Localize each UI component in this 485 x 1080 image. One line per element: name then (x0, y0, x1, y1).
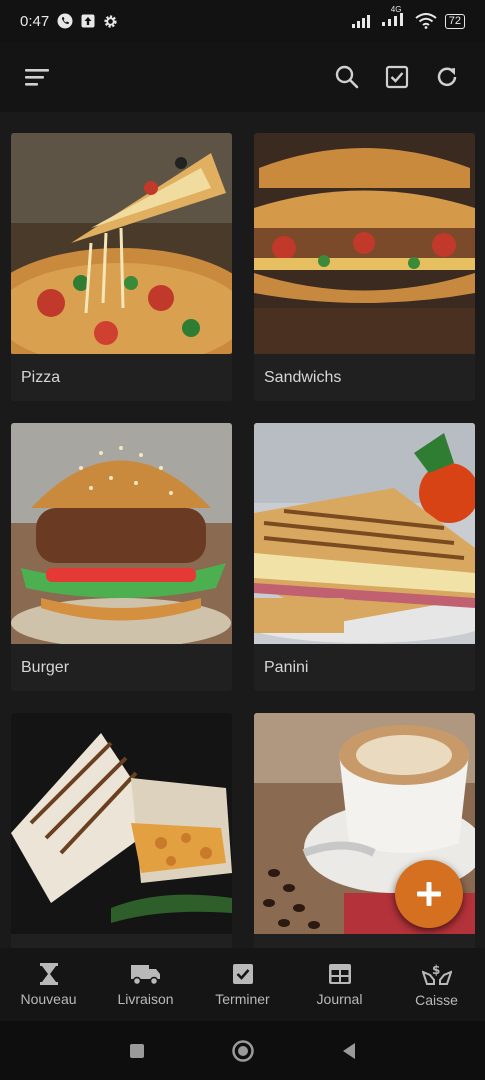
signal-icon (351, 15, 370, 28)
upload-icon (81, 14, 95, 28)
bottom-nav: Nouveau Livraison Terminer Journal $ Cai… (0, 948, 485, 1021)
burger-photo (11, 423, 232, 644)
category-label: Sandwichs (264, 369, 342, 386)
add-fab-button[interactable] (395, 860, 463, 928)
nav-item-journal[interactable]: Journal (291, 948, 388, 1021)
category-label: Burger (21, 659, 70, 676)
pizza-photo (11, 133, 232, 354)
plus-icon (417, 882, 441, 906)
category-card-wrap[interactable] (11, 713, 232, 981)
nav-item-nouveau[interactable]: Nouveau (0, 948, 97, 1021)
battery-indicator: 72 (444, 13, 465, 29)
nav-label: Terminer (215, 990, 270, 1007)
wifi-icon (415, 13, 437, 29)
category-label: Panini (264, 659, 309, 676)
nav-item-livraison[interactable]: Livraison (97, 948, 194, 1021)
checkbox-icon (232, 963, 253, 984)
nav-item-terminer[interactable]: Terminer (194, 948, 291, 1021)
refresh-icon (437, 67, 457, 87)
recents-icon[interactable] (129, 1043, 145, 1059)
status-time: 0:47 (20, 12, 50, 30)
table-icon (328, 963, 351, 984)
hamburger-icon (25, 69, 49, 86)
wrap-photo (11, 713, 232, 934)
svg-text:$: $ (432, 963, 440, 977)
refresh-button[interactable] (427, 57, 467, 97)
truck-icon (130, 964, 160, 985)
checkbox-icon (385, 65, 409, 89)
search-icon (335, 65, 359, 89)
phone-call-icon (57, 13, 73, 29)
signal-icon (381, 12, 403, 26)
back-icon[interactable] (341, 1042, 357, 1060)
nav-label: Caisse (415, 991, 458, 1008)
menu-button[interactable] (18, 57, 58, 97)
sandwich-photo (254, 133, 475, 354)
network-type: 4G (390, 4, 402, 14)
category-card-pizza[interactable]: Pizza (11, 133, 232, 401)
system-navigation-bar (0, 1021, 485, 1080)
nav-item-caisse[interactable]: $ Caisse (388, 948, 485, 1021)
home-icon[interactable] (231, 1039, 255, 1063)
status-bar: 0:47 4G 72 (0, 0, 485, 42)
select-button[interactable] (377, 57, 417, 97)
panini-photo (254, 423, 475, 644)
category-label: Pizza (21, 369, 61, 386)
top-toolbar (0, 42, 485, 112)
category-card-coffee[interactable] (254, 713, 475, 981)
category-card-burger[interactable]: Burger (11, 423, 232, 691)
nav-label: Livraison (117, 990, 174, 1007)
nav-label: Nouveau (20, 990, 77, 1007)
nav-label: Journal (316, 990, 363, 1007)
category-card-panini[interactable]: Panini (254, 423, 475, 691)
settings-gear-icon (104, 14, 117, 28)
search-button[interactable] (327, 57, 367, 97)
category-card-sandwichs[interactable]: Sandwichs (254, 133, 475, 401)
cash-hands-icon: $ (421, 963, 452, 985)
hourglass-icon (39, 962, 58, 985)
